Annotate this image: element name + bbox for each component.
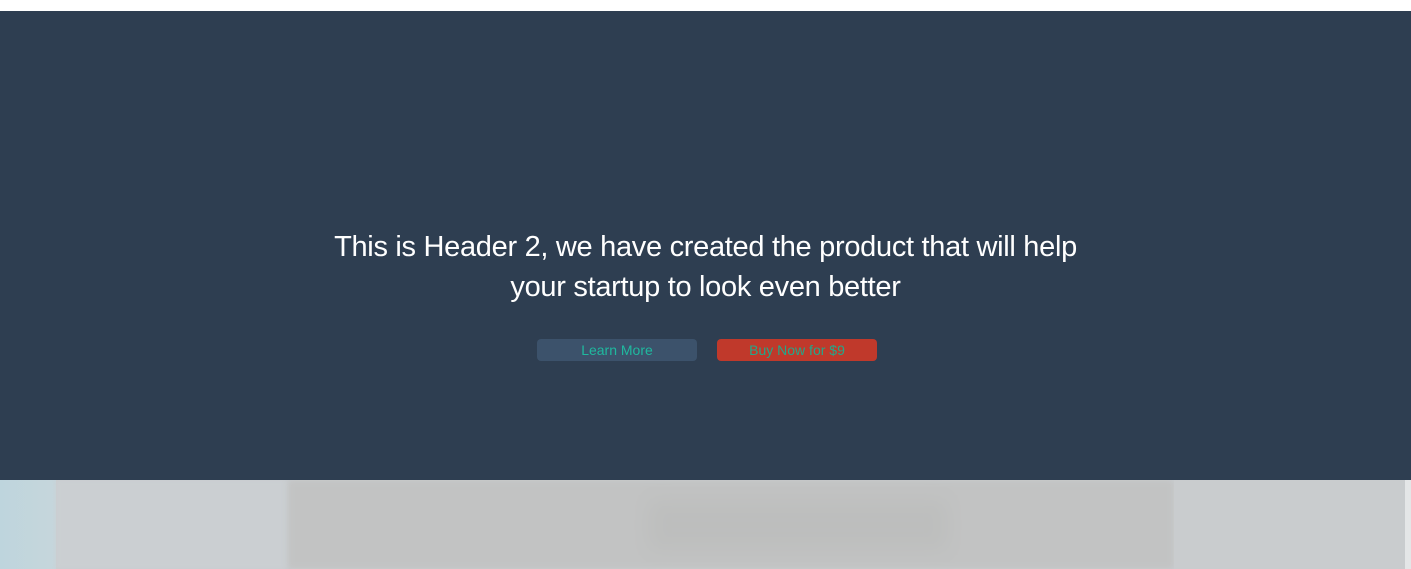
background-right-panel [1174,480,1411,569]
hero-title: This is Header 2, we have created the pr… [0,227,1411,307]
background-left-edge [0,480,56,569]
hero-header: This is Header 2, we have created the pr… [0,11,1411,480]
background-center-panel [288,480,1174,569]
background-left-panel [56,480,288,569]
background-right-edge [1405,480,1411,569]
learn-more-button[interactable]: Learn More [537,339,697,361]
background-center-shade [648,500,948,550]
hero-title-line-2: your startup to look even better [510,271,901,303]
buy-now-button[interactable]: Buy Now for $9 [717,339,877,361]
blurred-background-image [0,480,1411,569]
page-top-strip [0,0,1411,11]
hero-title-line-1: This is Header 2, we have created the pr… [334,231,1077,263]
